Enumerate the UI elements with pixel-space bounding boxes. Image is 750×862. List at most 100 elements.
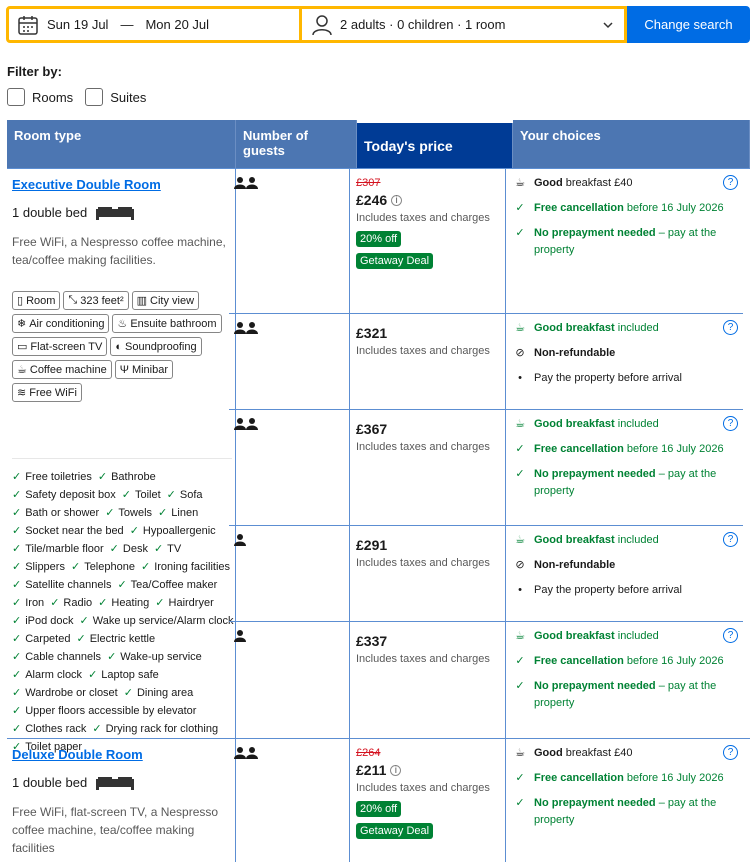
- payment-choice: • Pay the property before arrival: [512, 582, 737, 599]
- current-price: £211 i: [356, 762, 499, 778]
- choices-cell: ☕ Good breakfast included ✓ Free cancellat…: [506, 622, 743, 738]
- check-icon: ✓: [12, 687, 22, 699]
- room-name-link[interactable]: Executive Double Room: [12, 177, 161, 192]
- taxes-note: Includes taxes and charges: [356, 557, 490, 569]
- choices-cell: ☕ Good breakfast £40 ✓ Free cancellation b…: [506, 739, 743, 862]
- price-value: £211: [356, 762, 387, 778]
- help-icon[interactable]: ?: [723, 175, 738, 190]
- amenity-item: ✓ Safety deposit box: [12, 486, 116, 504]
- current-price: £337: [356, 633, 388, 649]
- search-bar: Sun 19 Jul — Mon 20 Jul 2 adults · 0 chi…: [6, 6, 750, 43]
- check-icon: ✓: [153, 543, 164, 555]
- deal-badge: Getaway Deal: [356, 823, 434, 839]
- rooms-checkbox[interactable]: [7, 88, 25, 106]
- cancellation-choice: ✓ Free cancellation before 16 July 2026: [512, 441, 737, 458]
- room-name-link[interactable]: Deluxe Double Room: [12, 747, 143, 762]
- amenity-label: Free toiletries: [25, 471, 92, 483]
- date-picker[interactable]: Sun 19 Jul — Mon 20 Jul: [6, 6, 302, 43]
- check-icon: ✓: [109, 543, 119, 555]
- check-icon: ✓: [92, 723, 102, 735]
- amenity-label: Clothes rack: [25, 723, 87, 735]
- offer-row-2: £321 Includes taxes and charges ☕ Good br…: [229, 313, 743, 409]
- amenity-item: ✓ Wake-up service: [107, 648, 202, 666]
- breakfast-choice: ☕ Good breakfast included: [512, 628, 737, 645]
- filter-suites[interactable]: Suites: [85, 88, 146, 106]
- non-refundable-icon: ⊘: [515, 347, 525, 359]
- date-separator: —: [120, 17, 134, 32]
- amenity-item: ✓ Alarm clock: [12, 666, 82, 684]
- two-guests-icon: [234, 418, 258, 430]
- guest-cell: [229, 622, 350, 738]
- amenity-item: ✓ Towels: [105, 504, 152, 522]
- coffee-cup-icon: ☕: [515, 322, 525, 334]
- amenity-item: ✓ Telephone: [71, 558, 135, 576]
- help-icon[interactable]: ?: [723, 628, 738, 643]
- guests-selector[interactable]: 2 adults · 0 children · 1 room: [302, 6, 627, 43]
- offer-row-1: £307 £246 i Includes taxes and charges 20…: [229, 169, 743, 313]
- coffee-cup-icon: ☕: [515, 534, 525, 546]
- amenity-item: ✓ Carpeted: [12, 630, 70, 648]
- check-icon: ✓: [50, 597, 60, 609]
- checkout-date: Mon 20 Jul: [145, 17, 210, 32]
- amenity-item: ✓ Cable channels: [12, 648, 101, 666]
- choice-bold: No prepayment needed: [534, 227, 656, 239]
- facility-label: City view: [150, 294, 195, 307]
- amenity-label: Radio: [63, 597, 93, 609]
- amenity-item: ✓ Heating: [98, 594, 149, 612]
- room-description: Free WiFi, a Nespresso coffee machine, t…: [12, 235, 226, 267]
- info-icon[interactable]: i: [391, 194, 403, 206]
- original-price: £264: [356, 747, 381, 759]
- choice-bold: Non-refundable: [534, 347, 616, 359]
- check-icon: ✓: [12, 471, 22, 483]
- choice-bold: Free cancellation: [534, 202, 624, 214]
- one-guest-icon: [234, 534, 246, 546]
- amenity-item: ✓ Tile/marble floor: [12, 540, 104, 558]
- two-guests-icon: [234, 177, 258, 189]
- filter-rooms[interactable]: Rooms: [7, 88, 73, 106]
- original-price: £307: [356, 177, 381, 189]
- check-icon: ✓: [155, 597, 165, 609]
- info-icon[interactable]: i: [390, 764, 402, 776]
- coffee-machine-icon: ☕: [17, 364, 27, 376]
- check-icon: ✓: [515, 680, 525, 692]
- soundproof-icon: ◐: [115, 340, 122, 353]
- amenity-item: ✓ Slippers: [12, 558, 65, 576]
- divider: [12, 458, 232, 459]
- offer-row-4: £291 Includes taxes and charges ☕ Good br…: [229, 525, 743, 621]
- suites-checkbox[interactable]: [85, 88, 104, 106]
- choice-bold: Free cancellation: [534, 655, 624, 667]
- help-icon[interactable]: ?: [723, 745, 738, 760]
- filter-options: Rooms Suites: [7, 88, 146, 106]
- check-icon: ✓: [12, 507, 22, 519]
- facility-label: Air conditioning: [29, 317, 105, 330]
- amenity-label: Hypoallergenic: [142, 525, 216, 537]
- amenity-item: ✓ Iron: [12, 594, 44, 612]
- offer-row-5: £337 Includes taxes and charges ☕ Good br…: [229, 621, 743, 738]
- coffee-cup-icon: ☕: [515, 418, 525, 430]
- amenity-item: ✓ Hairdryer: [155, 594, 213, 612]
- choice-text: before 16 July 2026: [623, 443, 724, 455]
- change-search-button[interactable]: Change search: [627, 6, 750, 43]
- help-icon[interactable]: ?: [723, 320, 738, 335]
- bed-info: 1 double bed: [12, 775, 135, 790]
- current-price: £246 i: [356, 192, 499, 208]
- deal-badge: Getaway Deal: [356, 253, 434, 269]
- check-icon: ✓: [97, 471, 108, 483]
- check-icon: ✓: [515, 655, 525, 667]
- prepayment-choice: ✓ No prepayment needed – pay at the prope…: [512, 466, 737, 500]
- amenity-item: ✓ Satellite channels: [12, 576, 111, 594]
- coffee-cup-icon: ☕: [515, 630, 525, 642]
- help-icon[interactable]: ?: [723, 532, 738, 547]
- help-icon[interactable]: ?: [723, 416, 738, 431]
- price-cell: £264 £211 i Includes taxes and charges 20…: [350, 739, 506, 862]
- facility-label: Flat-screen TV: [30, 340, 103, 353]
- calendar-icon: [18, 15, 38, 35]
- city-icon: ▥: [136, 295, 148, 307]
- choice-bold: Non-refundable: [534, 559, 616, 571]
- guests-summary: 2 adults · 0 children · 1 room: [340, 17, 506, 32]
- choice-text: included: [614, 534, 659, 546]
- filter-rooms-label: Rooms: [32, 89, 74, 105]
- amenity-item: ✓ Upper floors accessible by elevator: [12, 702, 196, 720]
- check-icon: ✓: [12, 705, 22, 717]
- double-bed-icon: [96, 776, 135, 790]
